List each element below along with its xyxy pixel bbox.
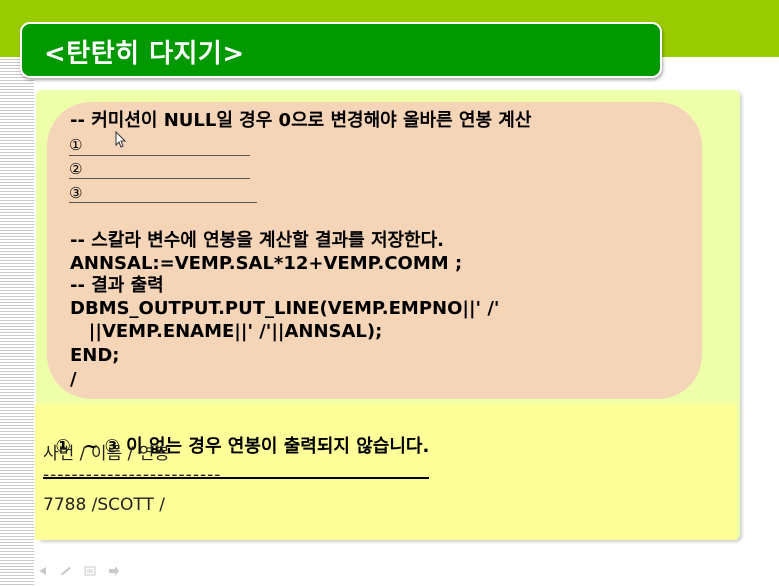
code-line-put-line-2: ||VEMP.ENAME||' /'||ANNSAL); xyxy=(70,321,383,342)
blank-2-line xyxy=(69,178,250,179)
result-separator: ------------------------- xyxy=(43,465,222,485)
code-line-end: END; xyxy=(70,345,120,366)
blank-3-label: ③ xyxy=(69,184,83,202)
menu-icon[interactable] xyxy=(84,566,96,576)
side-stripes xyxy=(0,57,34,586)
blank-3-line xyxy=(69,202,257,203)
code-comment-commission: -- 커미션이 NULL일 경우 0으로 변경해야 올바른 연봉 계산 xyxy=(70,110,532,131)
blank-1-line xyxy=(69,155,250,156)
next-icon[interactable] xyxy=(108,566,120,576)
pen-icon[interactable] xyxy=(60,566,72,576)
code-line-annsal: ANNSAL:=VEMP.SAL*12+VEMP.COMM ; xyxy=(70,253,463,274)
prev-icon[interactable] xyxy=(36,566,48,576)
code-line-put-line-1: DBMS_OUTPUT.PUT_LINE(VEMP.EMPNO||' /' xyxy=(70,298,500,319)
blank-1-label: ① xyxy=(69,136,83,154)
code-comment-scalar: -- 스칼라 변수에 연봉을 계산할 결과를 저장한다. xyxy=(70,230,445,251)
code-comment-output: -- 결과 출력 xyxy=(70,275,164,296)
slide-title-tab: <탄탄히 다지기> xyxy=(20,22,662,78)
result-header: 사번 / 이름 / 연봉 xyxy=(43,444,170,464)
result-row: 7788 /SCOTT / xyxy=(43,495,166,515)
slide-title: <탄탄히 다지기> xyxy=(44,39,245,69)
blank-2-label: ② xyxy=(69,160,83,178)
code-line-slash: / xyxy=(70,369,77,390)
slide-nav xyxy=(36,566,120,580)
mouse-cursor-icon xyxy=(115,131,127,148)
